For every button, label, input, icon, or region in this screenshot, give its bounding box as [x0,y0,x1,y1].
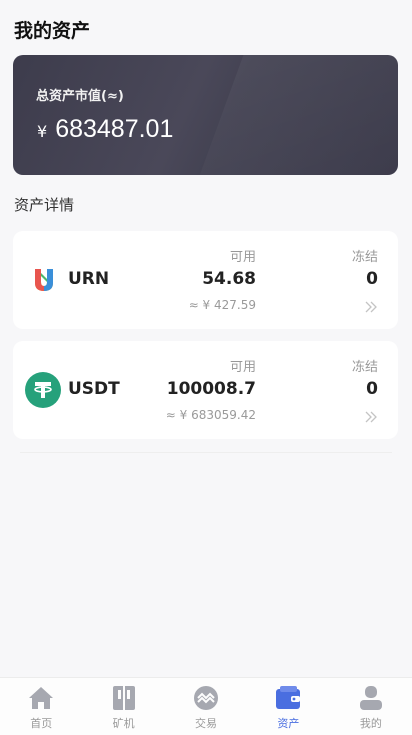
double-chevron-right-icon[interactable] [364,301,378,313]
available-amount: 54.68 [202,269,256,289]
usdt-coin-icon [25,372,61,408]
currency-symbol: ¥ [37,122,48,141]
asset-card-usdt[interactable]: USDT 可用 冻结 100008.7 0 ≈ ¥ 683059.42 [13,341,398,439]
frozen-amount: 0 [366,379,378,399]
total-assets-card: 总资产市值(≈) ¥ 683487.01 [13,55,398,175]
divider [20,452,392,453]
coin-name: USDT [68,379,120,399]
tab-home[interactable]: 首页 [0,678,82,735]
available-label: 可用 [229,360,256,375]
wallet-icon [276,686,301,709]
page-title: 我的资产 [14,20,91,42]
tab-miner[interactable]: 矿机 [82,678,164,735]
tab-label: 交易 [195,717,218,730]
user-icon [359,686,382,710]
frozen-label: 冻结 [351,360,378,375]
double-chevron-right-icon[interactable] [364,411,378,423]
miner-icon [112,686,135,710]
total-assets-value: ¥ 683487.01 [37,115,173,144]
tab-label: 我的 [359,717,382,730]
total-assets-amount: 683487.01 [55,115,174,143]
available-label: 可用 [229,250,256,265]
cny-approx-value: ≈ ¥ 427.59 [188,298,256,312]
urn-coin-icon [27,263,61,297]
home-icon [29,687,54,709]
tab-label: 首页 [30,717,53,730]
tab-trade[interactable]: 交易 [165,678,247,735]
tab-profile[interactable]: 我的 [330,678,412,735]
frozen-label: 冻结 [351,250,378,265]
bottom-tab-bar: 首页 矿机 交易 资产 我的 [0,677,412,735]
frozen-amount: 0 [366,269,378,289]
tab-assets[interactable]: 资产 [247,678,329,735]
asset-card-urn[interactable]: URN 可用 冻结 54.68 0 ≈ ¥ 427.59 [13,231,398,329]
total-assets-label: 总资产市值(≈) [36,89,124,104]
tab-label: 资产 [277,717,300,730]
cny-approx-value: ≈ ¥ 683059.42 [165,408,256,422]
trade-icon [194,686,219,710]
coin-name: URN [68,269,110,289]
section-title: 资产详情 [14,196,75,214]
tab-label: 矿机 [112,717,135,730]
available-amount: 100008.7 [166,379,256,399]
